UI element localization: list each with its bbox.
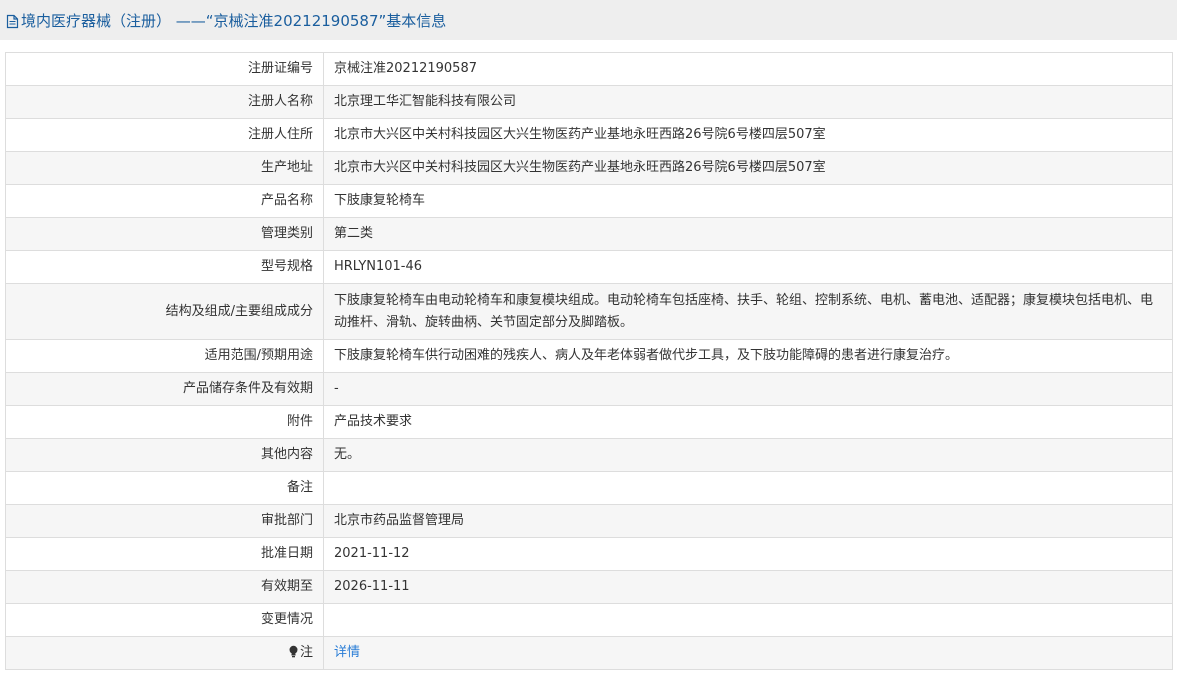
table-row-registrant-address: 注册人住所 北京市大兴区中关村科技园区大兴生物医药产业基地永旺西路26号院6号楼四… [5, 118, 1173, 152]
table-row-registrant-name: 注册人名称 北京理工华汇智能科技有限公司 [5, 85, 1173, 119]
field-label: 备注 [5, 471, 324, 505]
field-label: 注册证编号 [5, 52, 324, 86]
page-title: 境内医疗器械（注册） ——“京械注准20212190587”基本信息 [21, 11, 447, 30]
details-link[interactable]: 详情 [334, 645, 360, 660]
field-label: 变更情况 [5, 603, 324, 637]
table-row-structure-composition: 结构及组成/主要组成成分 下肢康复轮椅车由电动轮椅车和康复模块组成。电动轮椅车包括… [5, 283, 1173, 340]
field-value: 2026-11-11 [323, 570, 1173, 604]
field-label: 结构及组成/主要组成成分 [5, 283, 324, 340]
table-row-note: 注 详情 [5, 636, 1173, 670]
field-value: HRLYN101-46 [323, 250, 1173, 284]
field-value: 北京市大兴区中关村科技园区大兴生物医药产业基地永旺西路26号院6号楼四层507室 [323, 118, 1173, 152]
field-label: 注册人住所 [5, 118, 324, 152]
field-value: 2021-11-12 [323, 537, 1173, 571]
field-label: 其他内容 [5, 438, 324, 472]
table-row-production-address: 生产地址 北京市大兴区中关村科技园区大兴生物医药产业基地永旺西路26号院6号楼四层… [5, 151, 1173, 185]
field-label: 批准日期 [5, 537, 324, 571]
table-row-product-name: 产品名称 下肢康复轮椅车 [5, 184, 1173, 218]
page-header: 境内医疗器械（注册） ——“京械注准20212190587”基本信息 [0, 0, 1177, 40]
document-icon [6, 14, 19, 29]
field-value: 无。 [323, 438, 1173, 472]
table-row-expiry-date: 有效期至 2026-11-11 [5, 570, 1173, 604]
table-row-intended-use: 适用范围/预期用途 下肢康复轮椅车供行动困难的残疾人、病人及年老体弱者做代步工具，… [5, 339, 1173, 373]
field-value: 下肢康复轮椅车 [323, 184, 1173, 218]
field-label: 适用范围/预期用途 [5, 339, 324, 373]
table-row-remarks: 备注 [5, 471, 1173, 505]
field-label: 审批部门 [5, 504, 324, 538]
note-label: 注 [299, 645, 313, 660]
table-row-change-history: 变更情况 [5, 603, 1173, 637]
field-value: 产品技术要求 [323, 405, 1173, 439]
table-row-approval-date: 批准日期 2021-11-12 [5, 537, 1173, 571]
table-row-registration-number: 注册证编号 京械注准20212190587 [5, 52, 1173, 86]
table-row-model-spec: 型号规格 HRLYN101-46 [5, 250, 1173, 284]
field-value: 下肢康复轮椅车供行动困难的残疾人、病人及年老体弱者做代步工具，及下肢功能障碍的患… [323, 339, 1173, 373]
registration-info-table: 注册证编号 京械注准20212190587 注册人名称 北京理工华汇智能科技有限公司注… [5, 52, 1173, 670]
field-label: 产品储存条件及有效期 [5, 372, 324, 406]
field-value: 北京市药品监督管理局 [323, 504, 1173, 538]
table-row-management-category: 管理类别 第二类 [5, 217, 1173, 251]
field-value: 北京市大兴区中关村科技园区大兴生物医药产业基地永旺西路26号院6号楼四层507室 [323, 151, 1173, 185]
field-label: 产品名称 [5, 184, 324, 218]
note-value-cell: 详情 [323, 636, 1173, 670]
field-value: 京械注准20212190587 [323, 52, 1173, 86]
field-value: 下肢康复轮椅车由电动轮椅车和康复模块组成。电动轮椅车包括座椅、扶手、轮组、控制系… [323, 283, 1173, 340]
field-label: 注册人名称 [5, 85, 324, 119]
note-label-cell: 注 [5, 636, 324, 670]
table-row-other-content: 其他内容 无。 [5, 438, 1173, 472]
field-value [323, 603, 1173, 637]
field-label: 有效期至 [5, 570, 324, 604]
field-value: 第二类 [323, 217, 1173, 251]
field-value [323, 471, 1173, 505]
field-label: 管理类别 [5, 217, 324, 251]
table-row-approval-department: 审批部门 北京市药品监督管理局 [5, 504, 1173, 538]
field-label: 型号规格 [5, 250, 324, 284]
field-label: 附件 [5, 405, 324, 439]
table-row-storage-validity: 产品储存条件及有效期 - [5, 372, 1173, 406]
table-row-attachment: 附件 产品技术要求 [5, 405, 1173, 439]
field-label: 生产地址 [5, 151, 324, 185]
field-value: - [323, 372, 1173, 406]
field-value: 北京理工华汇智能科技有限公司 [323, 85, 1173, 119]
lightbulb-icon [288, 644, 299, 658]
